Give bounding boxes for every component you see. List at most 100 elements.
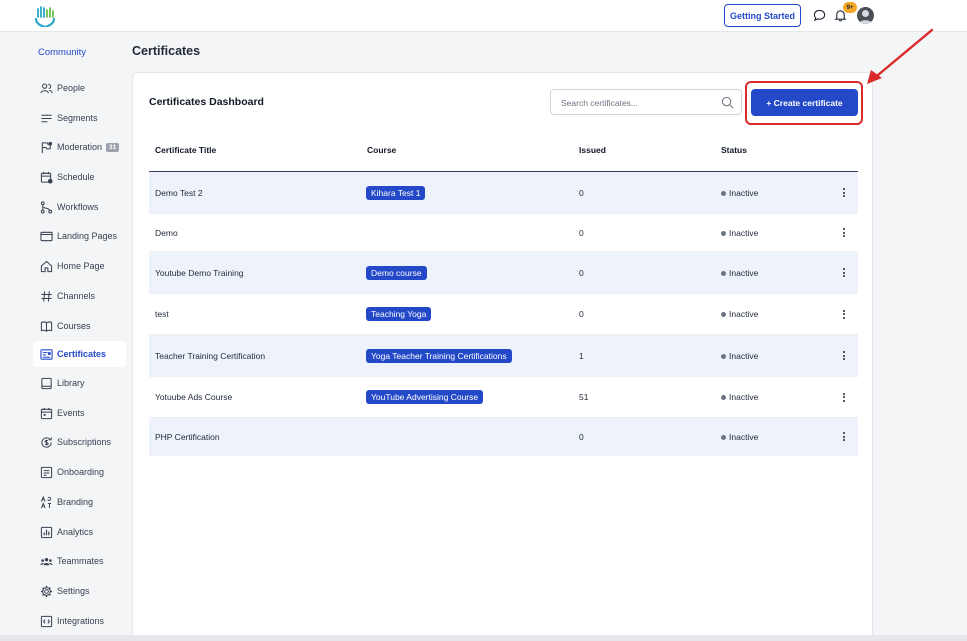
certificate-title[interactable]: Teacher Training Certification — [155, 351, 265, 361]
sidebar-item-label: Channels — [57, 291, 96, 301]
certificate-title[interactable]: Yotuube Ads Course — [155, 392, 232, 402]
people-icon — [39, 81, 53, 95]
sidebar-item-label: Subscriptions — [57, 437, 112, 447]
more-options-icon[interactable] — [840, 227, 848, 239]
gear-icon — [39, 584, 53, 598]
create-certificate-button[interactable]: + Create certificate — [751, 89, 858, 116]
bottom-strip — [0, 635, 967, 641]
sidebar-item-onboarding[interactable]: Onboarding — [33, 459, 126, 485]
issued-count: 0 — [579, 267, 584, 278]
sidebar-item-label: Segments — [57, 113, 98, 123]
sidebar-item-label: Moderation — [57, 142, 103, 152]
certificates-card: Certificates Dashboard + Create certific… — [132, 72, 873, 641]
sidebar-item-schedule[interactable]: Schedule — [33, 164, 126, 190]
status-badge: Inactive — [721, 351, 758, 361]
sidebar-item-moderation[interactable]: Moderation 31 — [33, 134, 126, 160]
sidebar-item-teammates[interactable]: Teammates — [33, 548, 126, 574]
search-input[interactable] — [561, 95, 711, 110]
more-options-icon[interactable] — [840, 187, 848, 199]
moderation-icon — [39, 140, 53, 154]
sidebar-item-label: Certificates — [57, 349, 107, 359]
table-row[interactable]: Yotuube Ads Course YouTube Advertising C… — [149, 377, 858, 418]
more-options-icon[interactable] — [840, 391, 848, 403]
branding-icon — [39, 495, 53, 509]
certificate-title[interactable]: PHP Certification — [155, 432, 220, 442]
sidebar-item-label: Courses — [57, 321, 91, 331]
status-dot-icon — [721, 312, 726, 318]
status-text: Inactive — [729, 187, 759, 198]
sidebar-item-events[interactable]: Events — [33, 400, 126, 426]
teammates-icon — [39, 554, 53, 568]
sidebar-item-label: Workflows — [57, 202, 99, 212]
sidebar-header[interactable]: Community — [38, 47, 86, 58]
chat-icon[interactable] — [813, 9, 826, 22]
sidebar-item-label: Schedule — [57, 172, 95, 182]
onboarding-icon — [39, 465, 53, 479]
sidebar-item-subscriptions[interactable]: Subscriptions — [33, 429, 126, 455]
subscriptions-icon — [39, 435, 53, 449]
certificates-table: Certificate Title Course Issued Status D… — [149, 130, 858, 456]
table-row[interactable]: Demo 0 Inactive — [149, 214, 858, 252]
more-options-icon[interactable] — [840, 431, 848, 443]
landing-pages-icon — [39, 229, 53, 243]
status-dot-icon — [721, 270, 726, 276]
status-badge: Inactive — [721, 268, 758, 278]
sidebar-item-workflows[interactable]: Workflows — [33, 194, 126, 220]
library-icon — [39, 376, 53, 390]
certificate-title[interactable]: Demo — [155, 228, 178, 238]
certificate-icon — [39, 347, 53, 361]
status-badge: Inactive — [721, 228, 758, 238]
status-dot-icon — [721, 353, 726, 359]
sidebar-item-segments[interactable]: Segments — [33, 105, 126, 131]
sidebar-item-people[interactable]: People — [33, 75, 126, 101]
table-row[interactable]: Teacher Training Certification Yoga Teac… — [149, 335, 858, 377]
more-options-icon[interactable] — [840, 350, 848, 362]
getting-started-button[interactable]: Getting Started — [724, 4, 801, 27]
sidebar-item-label: Teammates — [57, 556, 104, 566]
certificate-title[interactable]: test — [155, 309, 169, 319]
table-header: Certificate Title Course Issued Status — [149, 130, 858, 172]
table-row[interactable]: Demo Test 2 Kihara Test 1 0 Inactive — [149, 172, 858, 214]
status-text: Inactive — [729, 392, 759, 402]
sidebar-item-integrations[interactable]: Integrations — [33, 608, 126, 634]
integrations-icon — [39, 614, 53, 628]
course-tag: Demo course — [366, 265, 427, 280]
avatar[interactable] — [857, 7, 874, 24]
certificate-title[interactable]: Demo Test 2 — [155, 188, 203, 198]
sidebar-item-settings[interactable]: Settings — [33, 578, 126, 604]
sidebar-item-label: People — [57, 83, 86, 93]
sidebar-item-library[interactable]: Library — [33, 370, 126, 396]
sidebar-item-channels[interactable]: Channels — [33, 283, 126, 309]
table-row[interactable]: PHP Certification 0 Inactive — [149, 418, 858, 456]
table-row[interactable]: test Teaching Yoga 0 Inactive — [149, 294, 858, 335]
issued-count: 1 — [579, 350, 584, 361]
table-row[interactable]: Youtube Demo Training Demo course 0 Inac… — [149, 252, 858, 294]
column-header-title: Certificate Title — [155, 145, 217, 155]
sidebar-item-home-page[interactable]: Home Page — [33, 253, 126, 279]
column-header-issued: Issued — [579, 145, 606, 155]
moderation-count-badge: 31 — [106, 142, 120, 152]
segments-icon — [39, 111, 53, 125]
annotation-arrow-icon — [867, 28, 934, 84]
sidebar-item-certificates[interactable]: Certificates — [33, 341, 126, 367]
top-bar: Getting Started 9+ — [0, 0, 967, 32]
calendar-icon — [39, 406, 53, 420]
status-text: Inactive — [729, 431, 759, 442]
sidebar-item-landing-pages[interactable]: Landing Pages — [33, 223, 126, 249]
more-options-icon[interactable] — [840, 267, 848, 279]
sidebar-item-courses[interactable]: Courses — [33, 313, 126, 339]
search-box — [550, 89, 742, 115]
home-icon — [39, 259, 53, 273]
sidebar-item-analytics[interactable]: Analytics — [33, 519, 126, 545]
issued-count: 0 — [579, 227, 584, 238]
sidebar-item-branding[interactable]: Branding — [33, 489, 126, 515]
app-logo-icon[interactable] — [33, 5, 57, 27]
search-icon[interactable] — [721, 96, 734, 109]
sidebar-item-label: Onboarding — [57, 467, 105, 477]
status-badge: Inactive — [721, 392, 758, 402]
more-options-icon[interactable] — [840, 308, 848, 320]
sidebar-item-label: Analytics — [57, 527, 94, 537]
column-header-status: Status — [721, 145, 747, 155]
course-tag: Teaching Yoga — [366, 307, 432, 321]
certificate-title[interactable]: Youtube Demo Training — [155, 268, 244, 278]
